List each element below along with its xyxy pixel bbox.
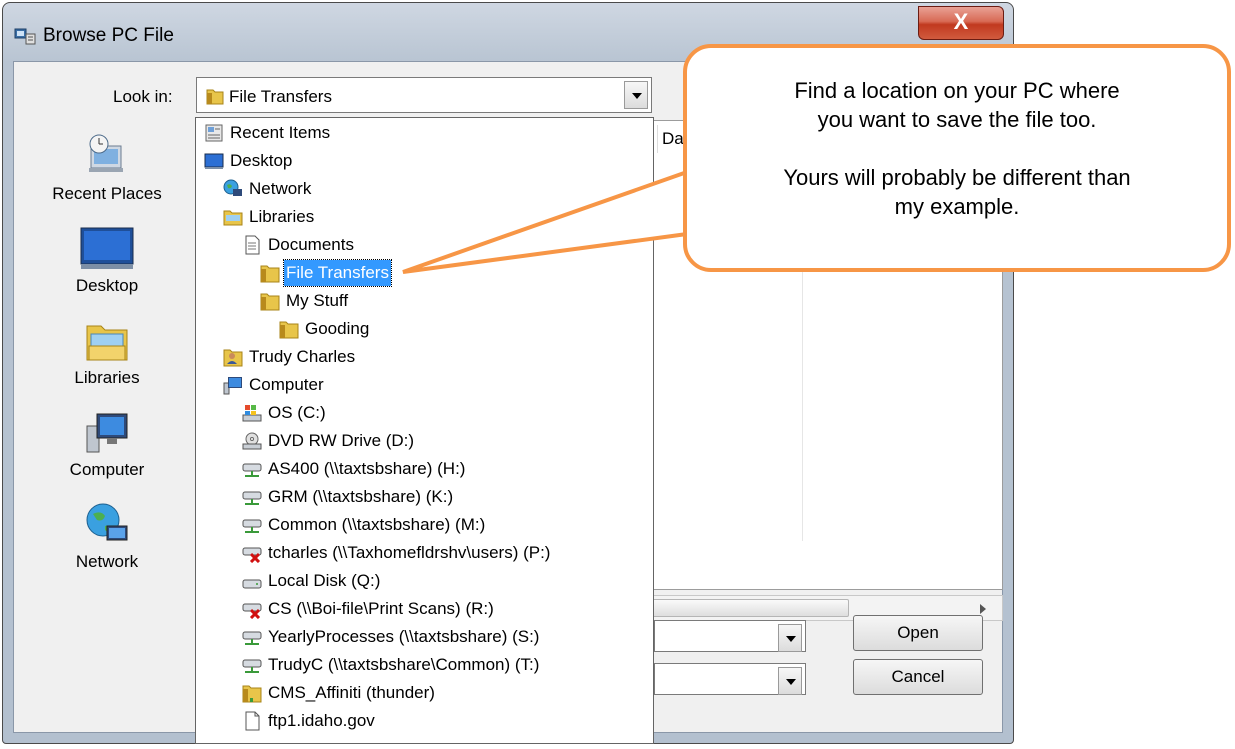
list-item-label: TrudyC (\\taxtsbshare\Common) (T:) [268,655,540,674]
list-item-label: File Transfers [283,259,392,287]
place-label: Network [75,552,139,571]
libraries-icon [86,325,128,361]
file-type-dropdown-button[interactable] [778,667,802,695]
list-item-label: tcharles (\\Taxhomefldrshv\users) (P:) [268,543,551,562]
places-bar: Recent Places Desktop Libraries Computer [31,120,183,685]
app-icon [14,28,36,45]
place-label: Recent Places [52,184,162,203]
folder-icon [206,89,224,105]
file-name-dropdown-button[interactable] [778,624,802,652]
list-item-label: Documents [268,235,354,254]
place-computer[interactable]: Computer [31,408,183,480]
network-drive-icon [242,659,262,673]
libraries-icon [223,210,243,226]
list-item-label: DVD RW Drive (D:) [268,431,415,450]
callout-line-4: my example. [894,194,1020,219]
folder-icon [260,293,280,311]
network-drive-icon [242,491,262,505]
place-recent-places[interactable]: Recent Places [31,132,183,204]
callout-line-2: you want to save the file too. [817,107,1097,132]
desktop-icon [204,153,224,169]
computer-icon [223,377,242,395]
disconnected-drive-icon [242,547,262,563]
look-in-dropdown-button[interactable] [624,81,648,109]
network-drive-icon [242,463,262,477]
list-item-label: ftp1.idaho.gov [268,711,375,730]
network-icon [86,503,128,541]
place-network[interactable]: Network [31,500,183,572]
list-item-label: Common (\\taxtsbshare) (M:) [268,515,486,534]
open-button[interactable]: Open [853,615,983,651]
dvd-drive-icon [242,432,262,450]
recent-items-icon [205,124,223,142]
annotation-callout: Find a location on your PC where you wan… [683,44,1231,272]
look-in-label: Look in: [113,87,173,106]
list-item-label: CS (\\Boi-file\Print Scans) (R:) [268,599,494,618]
document-icon [245,235,260,255]
os-drive-icon [242,405,262,422]
recent-places-icon [89,134,123,172]
ftp-page-icon [245,711,260,731]
list-item-label: Local Disk (Q:) [268,571,381,590]
computer-icon [86,413,128,453]
list-item-label: AS400 (\\taxtsbshare) (H:) [268,459,466,478]
window-title: Browse PC File [43,25,174,46]
place-desktop[interactable]: Desktop [31,224,183,296]
place-label: Desktop [75,276,139,295]
list-item-label: Desktop [230,151,293,170]
close-button[interactable]: X [918,6,1004,40]
look-in-value: File Transfers [229,87,332,106]
look-in-combobox[interactable]: File Transfers [196,77,652,113]
list-item-label: Recent Items [230,123,331,142]
callout-line-1: Find a location on your PC where [794,78,1120,103]
network-drive-icon [242,519,262,533]
disconnected-drive-icon [242,603,262,619]
callout-line-3: Yours will probably be different than [783,165,1131,190]
cancel-button[interactable]: Cancel [853,659,983,695]
list-item-label: OS (C:) [268,403,326,422]
network-icon [223,179,242,196]
list-item-label: My Stuff [286,291,349,310]
local-disk-icon [242,579,262,589]
file-name-combobox[interactable] [654,620,806,652]
list-item-label: Network [249,179,312,198]
list-item-label: GRM (\\taxtsbshare) (K:) [268,487,454,506]
list-item-label: CMS_Affiniti (thunder) [268,683,435,702]
scroll-right-arrow[interactable] [980,604,986,614]
list-item-label: Computer [249,375,324,394]
place-label: Computer [69,460,145,479]
desktop-icon [80,227,134,269]
folder-icon [260,265,280,283]
list-item-label: Trudy Charles [249,347,356,366]
file-type-combobox[interactable] [654,663,806,695]
folder-icon [279,321,299,339]
user-icon [223,349,243,367]
place-label: Libraries [74,368,140,387]
list-item-label: YearlyProcesses (\\taxtsbshare) (S:) [268,627,540,646]
folder-icon [242,685,262,703]
network-drive-icon [242,631,262,645]
list-item-label: Libraries [249,207,315,226]
list-item-label: Gooding [305,319,370,338]
look-in-dropdown-list: Recent Items Desktop Network Libraries D… [195,117,654,744]
place-libraries[interactable]: Libraries [31,316,183,388]
